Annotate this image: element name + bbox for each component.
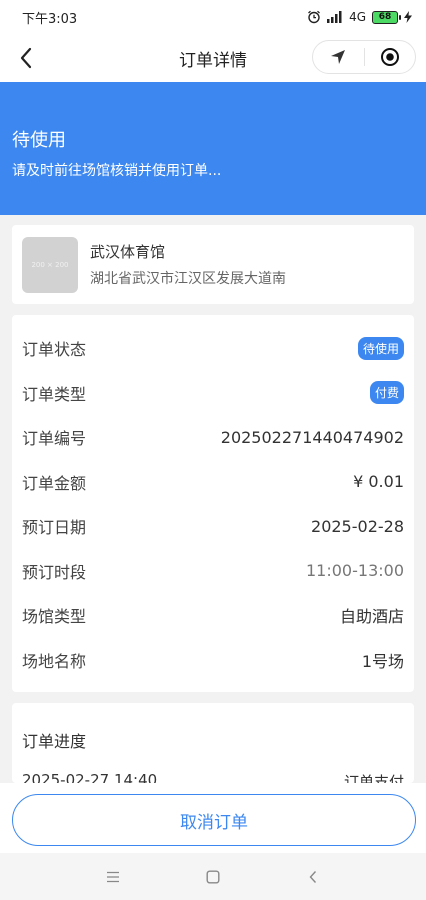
status-badge: 待使用 bbox=[357, 336, 404, 360]
type-badge: 付费 bbox=[369, 381, 404, 405]
detail-label: 订单金额 bbox=[22, 473, 87, 493]
detail-label: 场地名称 bbox=[22, 651, 87, 671]
detail-label: 预订日期 bbox=[22, 518, 87, 538]
progress-time: 2025-02-27 14:40 bbox=[22, 771, 158, 783]
status-banner: 待使用 请及时前往场馆核销并使用订单... bbox=[0, 82, 426, 215]
detail-row-venue-type: 场馆类型 自助酒店 bbox=[12, 593, 414, 638]
venue-address: 湖北省武汉市江汉区发展大道南 bbox=[90, 271, 286, 287]
status-icons: 4G 68 bbox=[307, 10, 412, 24]
system-back-button[interactable] bbox=[301, 865, 325, 889]
mini-program-capsule bbox=[312, 40, 416, 74]
order-amount: ¥ 0.01 bbox=[353, 472, 404, 492]
back-button[interactable] bbox=[12, 44, 40, 72]
detail-row-court: 场地名称 1号场 bbox=[12, 638, 414, 683]
court-name: 1号场 bbox=[361, 651, 404, 671]
venue-name: 武汉体育馆 bbox=[90, 243, 166, 261]
detail-label: 订单编号 bbox=[22, 429, 87, 449]
order-status-hint: 请及时前往场馆核销并使用订单... bbox=[12, 163, 222, 179]
chevron-left-icon bbox=[309, 870, 317, 883]
venue-info: 武汉体育馆 湖北省武汉市江汉区发展大道南 bbox=[90, 241, 286, 288]
hamburger-menu-icon bbox=[107, 871, 119, 882]
order-progress-card: 订单进度 2025-02-27 14:40 订单支付 bbox=[12, 703, 414, 783]
status-time: 下午3:03 bbox=[22, 11, 78, 27]
status-bar: 下午3:03 4G 68 bbox=[0, 0, 426, 34]
detail-label: 场馆类型 bbox=[22, 607, 87, 627]
nav-bar: 订单详情 bbox=[0, 34, 426, 82]
battery-level: 68 bbox=[378, 12, 392, 22]
page-title: 订单详情 bbox=[179, 50, 247, 71]
chevron-left-icon bbox=[20, 47, 32, 69]
venue-type: 自助酒店 bbox=[339, 607, 404, 627]
system-nav-bar bbox=[0, 853, 426, 900]
detail-label: 预订时段 bbox=[22, 562, 87, 582]
battery-icon: 68 bbox=[372, 10, 401, 24]
order-status-title: 待使用 bbox=[12, 130, 66, 151]
menu-button[interactable] bbox=[101, 865, 125, 889]
charging-icon bbox=[404, 11, 412, 23]
target-circle-icon bbox=[380, 48, 399, 66]
detail-row-date: 预订日期 2025-02-28 bbox=[12, 504, 414, 549]
detail-row-status: 订单状态 待使用 bbox=[12, 326, 414, 371]
progress-entry: 2025-02-27 14:40 订单支付 bbox=[22, 771, 404, 783]
detail-label: 订单类型 bbox=[22, 384, 87, 404]
booking-date: 2025-02-28 bbox=[311, 516, 404, 536]
order-detail-card: 订单状态 待使用 订单类型 付费 订单编号 202502271440474902… bbox=[12, 315, 414, 692]
close-capsule-button[interactable] bbox=[365, 41, 416, 73]
cancel-order-button[interactable]: 取消订单 bbox=[12, 794, 416, 846]
detail-label: 订单状态 bbox=[22, 340, 87, 360]
order-number: 202502271440474902 bbox=[220, 427, 404, 447]
booking-timeslot: 11:00-13:00 bbox=[306, 561, 404, 581]
square-home-icon bbox=[206, 870, 220, 884]
detail-row-amount: 订单金额 ¥ 0.01 bbox=[12, 460, 414, 505]
detail-row-type: 订单类型 付费 bbox=[12, 371, 414, 416]
home-button[interactable] bbox=[201, 865, 225, 889]
location-button[interactable] bbox=[313, 41, 364, 73]
alarm-icon bbox=[308, 10, 320, 24]
detail-row-timeslot: 预订时段 11:00-13:00 bbox=[12, 549, 414, 594]
venue-thumbnail: 200 × 200 bbox=[22, 236, 78, 293]
venue-card[interactable]: 200 × 200 武汉体育馆 湖北省武汉市江汉区发展大道南 bbox=[12, 225, 414, 304]
signal-icon bbox=[327, 11, 342, 23]
progress-title: 订单进度 bbox=[22, 732, 87, 751]
bottom-action-bar: 取消订单 bbox=[0, 783, 426, 853]
navigation-arrow-icon bbox=[331, 50, 346, 64]
detail-row-number: 订单编号 202502271440474902 bbox=[12, 415, 414, 460]
progress-event: 订单支付 bbox=[343, 773, 404, 783]
network-type: 4G bbox=[349, 10, 366, 24]
thumbnail-placeholder-text: 200 × 200 bbox=[31, 260, 69, 269]
